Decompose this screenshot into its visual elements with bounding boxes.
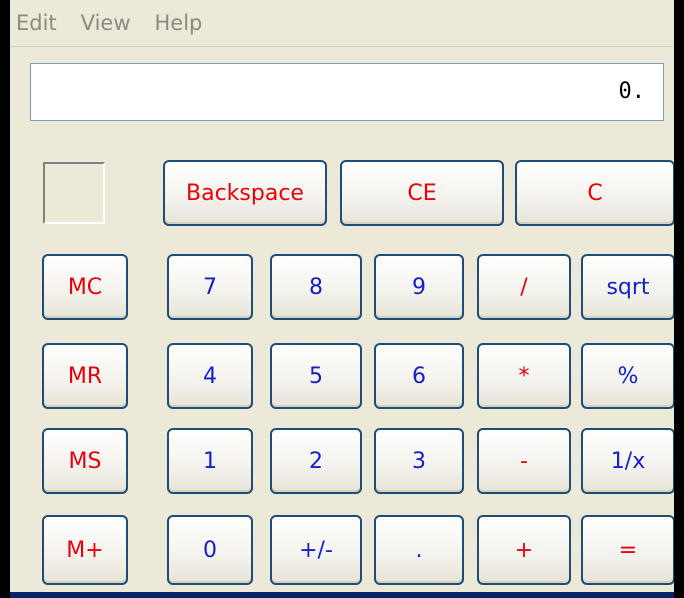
clear-entry-button[interactable]: CE bbox=[340, 160, 504, 226]
equals-button[interactable]: = bbox=[581, 515, 674, 585]
percent-button[interactable]: % bbox=[581, 343, 674, 409]
digit-3-button[interactable]: 3 bbox=[374, 428, 464, 494]
digit-5-button[interactable]: 5 bbox=[270, 343, 362, 409]
menu-help[interactable]: Help bbox=[155, 11, 203, 35]
negate-button[interactable]: +/- bbox=[270, 515, 362, 585]
sqrt-button[interactable]: sqrt bbox=[581, 254, 674, 320]
digit-4-button[interactable]: 4 bbox=[167, 343, 253, 409]
digit-8-button[interactable]: 8 bbox=[270, 254, 362, 320]
decimal-button[interactable]: . bbox=[374, 515, 464, 585]
clear-button[interactable]: C bbox=[515, 160, 674, 226]
window-bottom-edge bbox=[10, 592, 674, 598]
reciprocal-button[interactable]: 1/x bbox=[581, 428, 674, 494]
digit-9-button[interactable]: 9 bbox=[374, 254, 464, 320]
memory-clear-button[interactable]: MC bbox=[42, 254, 128, 320]
backspace-button[interactable]: Backspace bbox=[163, 160, 327, 226]
digit-2-button[interactable]: 2 bbox=[270, 428, 362, 494]
memory-store-button[interactable]: MS bbox=[42, 428, 128, 494]
digit-6-button[interactable]: 6 bbox=[374, 343, 464, 409]
subtract-button[interactable]: - bbox=[477, 428, 571, 494]
memory-recall-button[interactable]: MR bbox=[42, 343, 128, 409]
menu-view[interactable]: View bbox=[81, 11, 131, 35]
digit-7-button[interactable]: 7 bbox=[167, 254, 253, 320]
calculator-window: Edit View Help 0. Backspace CE C MC 7 8 … bbox=[10, 0, 674, 592]
memory-indicator bbox=[43, 162, 105, 224]
divide-button[interactable]: / bbox=[477, 254, 571, 320]
menu-bar: Edit View Help bbox=[10, 0, 674, 47]
memory-add-button[interactable]: M+ bbox=[42, 515, 128, 585]
add-button[interactable]: + bbox=[477, 515, 571, 585]
digit-1-button[interactable]: 1 bbox=[167, 428, 253, 494]
multiply-button[interactable]: * bbox=[477, 343, 571, 409]
digit-0-button[interactable]: 0 bbox=[167, 515, 253, 585]
menu-edit[interactable]: Edit bbox=[16, 11, 57, 35]
result-display: 0. bbox=[30, 63, 664, 121]
